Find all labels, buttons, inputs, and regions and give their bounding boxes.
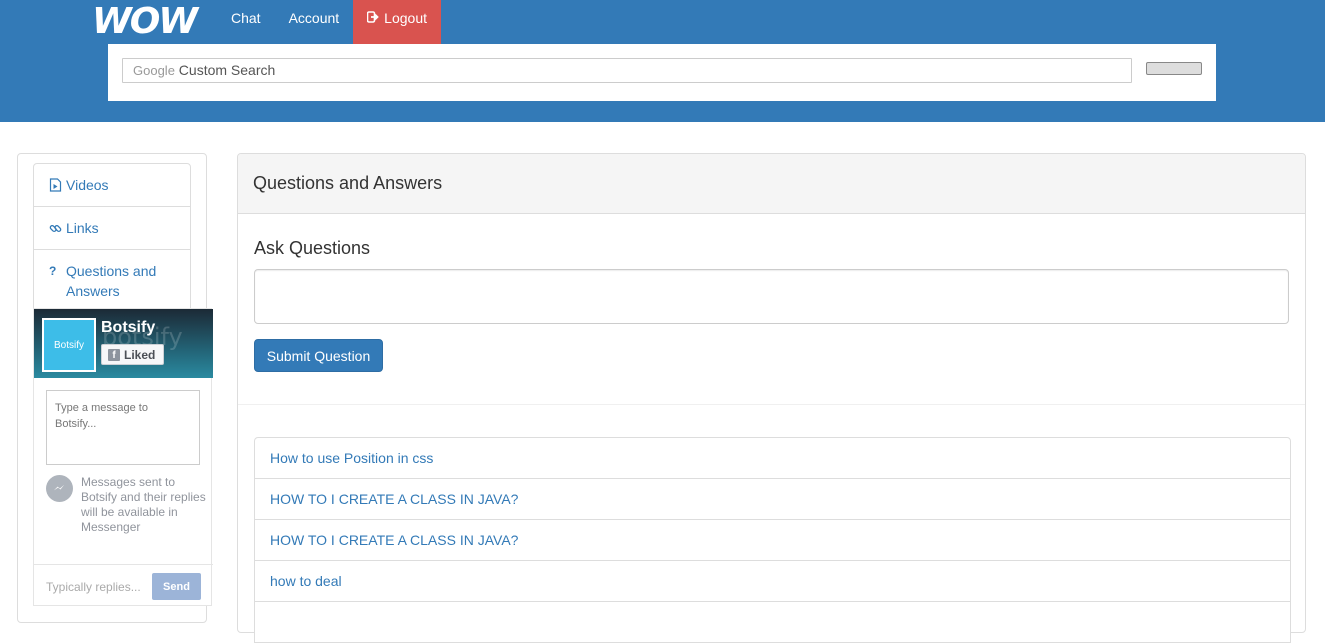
nav-chat-link[interactable]: Chat (217, 0, 275, 44)
facebook-icon: f (108, 348, 120, 361)
liked-label: Liked (124, 347, 156, 362)
sidebar-item-links[interactable]: Links (33, 206, 191, 250)
page-name[interactable]: Botsify (101, 319, 155, 337)
questions-list: How to use Position in css HOW TO I CREA… (254, 437, 1291, 643)
question-icon: ? (49, 264, 57, 278)
submit-question-button[interactable]: Submit Question (254, 339, 383, 372)
sidebar-list: Videos Links ? Questions and Answers (33, 163, 191, 313)
page-avatar[interactable]: Botsify (42, 318, 96, 372)
question-item[interactable]: How to use Position in css (254, 437, 1291, 479)
link-icon (49, 225, 62, 232)
nav-account-link[interactable]: Account (275, 0, 354, 44)
logout-label: Logout (384, 10, 427, 26)
question-item[interactable]: HOW TO I CREATE A CLASS IN JAVA? (254, 519, 1291, 561)
panel-heading: Questions and Answers (238, 154, 1305, 214)
nav-logout-link[interactable]: Logout (353, 0, 441, 44)
divider (238, 404, 1305, 405)
sidebar-item-label: Questions and Answers (66, 263, 157, 299)
message-textarea[interactable]: Type a message to Botsify... (46, 390, 200, 465)
send-button[interactable]: Send (152, 573, 201, 600)
widget-footer: Typically replies... Send (34, 564, 213, 607)
qa-panel: Questions and Answers Ask Questions Subm… (237, 153, 1306, 643)
liked-button[interactable]: f Liked (101, 344, 164, 365)
sidebar-item-questions[interactable]: ? Questions and Answers (33, 249, 191, 313)
sidebar-item-label: Videos (66, 177, 109, 193)
question-item[interactable]: how to deal (254, 560, 1291, 602)
search-input[interactable]: Google Custom Search (122, 58, 1132, 83)
question-item[interactable] (254, 601, 1291, 643)
avatar-text: Botsify (53, 339, 84, 351)
reply-time-text: Typically replies... (46, 580, 141, 594)
video-file-icon (49, 178, 62, 192)
messenger-widget: botsify Botsify Botsify f Liked Type a m… (33, 308, 213, 607)
messenger-info-text: Messages sent to Botsify and their repli… (81, 475, 206, 534)
search-placeholder: Custom Search (174, 62, 276, 78)
site-logo[interactable]: WOW (92, 1, 198, 42)
question-item[interactable]: HOW TO I CREATE A CLASS IN JAVA? (254, 478, 1291, 520)
search-box: Google Custom Search (108, 44, 1216, 101)
sidebar-item-label: Links (66, 220, 99, 236)
search-button[interactable] (1146, 62, 1202, 75)
logo-text: WOW (92, 1, 198, 42)
main-nav: Chat Account Logout (217, 0, 441, 44)
sidebar-item-videos[interactable]: Videos (33, 163, 191, 207)
widget-banner: botsify Botsify Botsify f Liked (34, 309, 213, 378)
messenger-info: Messages sent to Botsify and their repli… (46, 475, 206, 535)
google-brand-label: Google (133, 63, 175, 78)
top-header: WOW Chat Account Logout Google Custom Se… (0, 0, 1325, 122)
messenger-icon (46, 475, 73, 502)
question-textarea[interactable] (254, 269, 1289, 324)
ask-questions-title: Ask Questions (254, 238, 371, 258)
logout-icon (367, 11, 379, 23)
